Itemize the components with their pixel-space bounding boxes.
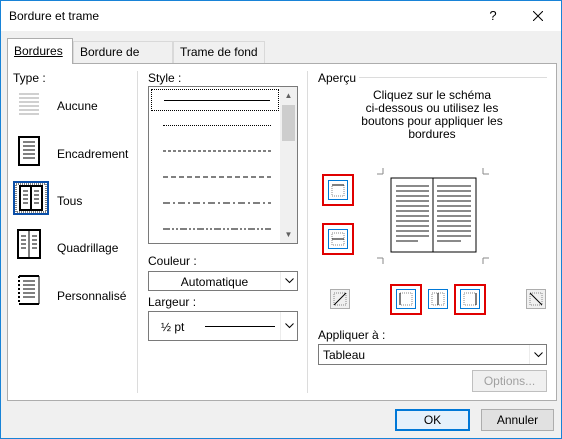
color-label: Couleur : (148, 254, 197, 268)
cancel-button[interactable]: Annuler (481, 409, 554, 431)
line-style-dashed-small[interactable] (151, 141, 279, 163)
help-button[interactable]: ? (471, 1, 515, 31)
chevron-down-icon[interactable] (280, 312, 297, 340)
color-value: Automatique (180, 275, 249, 289)
diagonal-up-border-button[interactable] (330, 289, 350, 309)
left-border-icon (396, 289, 416, 309)
chevron-down-icon[interactable] (529, 345, 546, 364)
diagonal-down-border-icon (526, 289, 546, 309)
close-button[interactable] (515, 1, 561, 31)
line-style-dotted[interactable] (151, 115, 279, 137)
type-option-encadrement[interactable]: Encadrement (57, 147, 128, 161)
inside-horizontal-border-button[interactable] (328, 229, 348, 249)
diagonal-down-border-button[interactable] (526, 289, 546, 309)
left-border-button[interactable] (396, 289, 416, 309)
ok-button[interactable]: OK (395, 409, 470, 431)
tab-label: Trame de fond (180, 45, 258, 59)
width-select[interactable]: ½ pt (148, 311, 298, 341)
dialog-window: Bordure et trame ? Bordures Bordure de p… (0, 0, 562, 439)
tab-bordures[interactable]: Bordures (7, 38, 73, 64)
width-value: ½ pt (161, 320, 185, 334)
dialog-title: Bordure et trame (9, 9, 100, 23)
line-style-solid[interactable] (151, 89, 279, 111)
close-icon (533, 11, 543, 21)
preview-divider (359, 77, 547, 78)
color-select[interactable]: Automatique (148, 271, 298, 291)
top-border-icon (328, 180, 348, 200)
preview-label: Aperçu (318, 71, 357, 85)
apply-to-value: Tableau (323, 348, 366, 362)
right-border-icon (460, 289, 480, 309)
style-label: Style : (148, 71, 182, 85)
inside-horizontal-border-icon (328, 229, 348, 249)
options-button[interactable]: Options... (472, 370, 547, 392)
right-border-button[interactable] (460, 289, 480, 309)
type-label: Type : (13, 71, 46, 85)
type-option-aucune[interactable]: Aucune (57, 99, 98, 113)
all-borders-icon[interactable] (13, 181, 49, 215)
preview-instructions: Cliquez sur le schéma ci-dessous ou util… (361, 88, 503, 141)
line-style-dashed-medium[interactable] (151, 167, 279, 189)
type-option-personnalise[interactable]: Personnalisé (57, 289, 126, 303)
scroll-down-icon[interactable]: ▼ (280, 226, 297, 243)
type-option-tous[interactable]: Tous (57, 194, 82, 208)
title-bar: Bordure et trame ? (1, 1, 561, 31)
tab-trame-de-fond[interactable]: Trame de fond (173, 41, 265, 63)
custom-border-icon[interactable] (13, 273, 49, 307)
scroll-thumb[interactable] (282, 105, 295, 141)
line-style-list[interactable]: ▲ ▼ (148, 86, 298, 244)
tab-label: Bordures (14, 44, 63, 58)
tab-bordure-de-page[interactable]: Bordure de page (73, 41, 173, 73)
column-divider (307, 71, 308, 393)
style-scrollbar[interactable]: ▲ ▼ (280, 87, 297, 243)
column-divider (137, 71, 138, 393)
preview-area[interactable] (373, 166, 493, 266)
line-style-dash-dot-dot[interactable] (151, 219, 279, 241)
box-border-icon[interactable] (13, 135, 49, 169)
diagonal-up-border-icon (330, 289, 350, 309)
chevron-down-icon[interactable] (280, 272, 297, 290)
apply-to-label: Appliquer à : (318, 328, 386, 342)
inside-vertical-border-icon (428, 289, 448, 309)
grid-border-icon[interactable] (13, 228, 49, 262)
type-option-quadrillage[interactable]: Quadrillage (57, 241, 118, 255)
inside-vertical-border-button[interactable] (428, 289, 448, 309)
top-border-button[interactable] (328, 180, 348, 200)
scroll-up-icon[interactable]: ▲ (280, 87, 297, 104)
line-style-dash-dot[interactable] (151, 193, 279, 215)
width-line-sample (205, 326, 275, 327)
width-label: Largeur : (148, 295, 197, 309)
none-border-icon[interactable] (13, 89, 49, 123)
apply-to-select[interactable]: Tableau (318, 344, 547, 365)
